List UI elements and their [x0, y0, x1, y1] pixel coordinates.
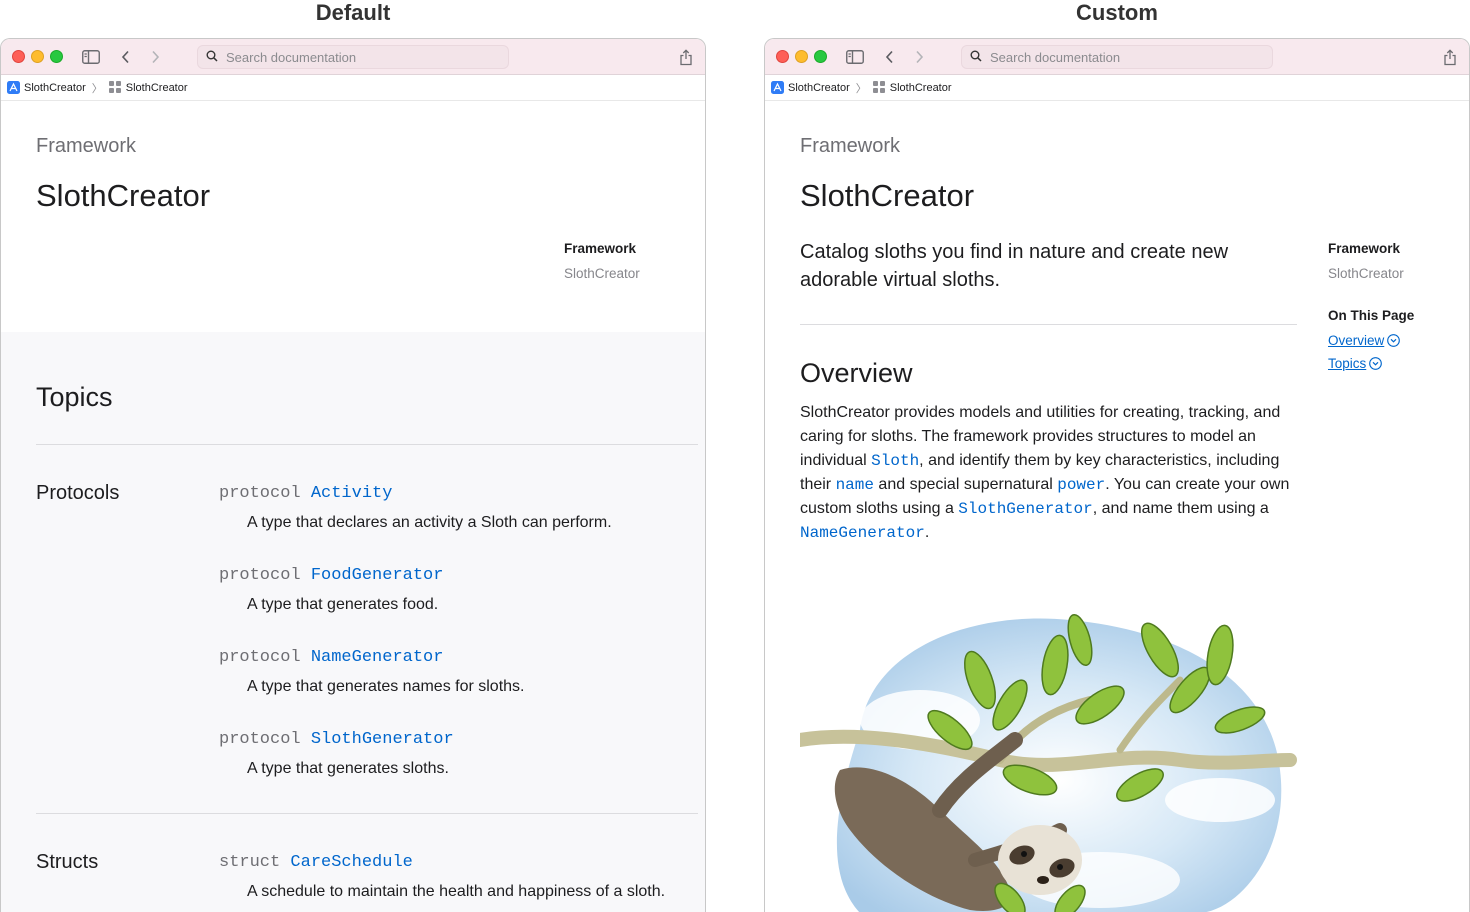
- forward-chevron-icon[interactable]: [145, 47, 165, 67]
- chevron-circle-icon: [1387, 334, 1401, 347]
- share-icon[interactable]: [676, 47, 696, 67]
- caption-custom: Custom: [1076, 0, 1158, 25]
- framework-grid-icon: [872, 81, 886, 94]
- on-this-page-topics-link[interactable]: Topics: [1328, 356, 1383, 371]
- breadcrumb: SlothCreator 〉 SlothCreator: [1, 75, 705, 101]
- search-field[interactable]: [961, 45, 1273, 69]
- topics-section: Topics Protocols protocol Activity A typ…: [1, 332, 705, 912]
- otp-topics-label: Topics: [1328, 356, 1367, 371]
- zoom-button[interactable]: [814, 50, 827, 63]
- minimize-button[interactable]: [31, 50, 44, 63]
- page-title: SlothCreator: [36, 178, 211, 213]
- overview-heading: Overview: [800, 358, 913, 388]
- breadcrumb-root[interactable]: SlothCreator: [788, 82, 850, 94]
- back-chevron-icon[interactable]: [880, 47, 900, 67]
- symbol-link-power[interactable]: power: [1057, 476, 1105, 494]
- divider: [36, 813, 698, 814]
- chevron-circle-icon: [1369, 357, 1383, 370]
- search-icon: [206, 50, 218, 65]
- sloth-illustration: [800, 614, 1297, 912]
- meta-value: SlothCreator: [564, 266, 640, 281]
- on-this-page-overview-link[interactable]: Overview: [1328, 333, 1401, 348]
- app-icon: [771, 81, 784, 94]
- symbol-link-sloth[interactable]: Sloth: [871, 452, 919, 470]
- topic-link-activity[interactable]: Activity: [311, 484, 393, 503]
- search-input[interactable]: [990, 49, 1260, 65]
- app-icon: [7, 81, 20, 94]
- zoom-button[interactable]: [50, 50, 63, 63]
- decl-keyword: protocol: [219, 484, 301, 503]
- symbol-link-namegenerator[interactable]: NameGenerator: [800, 524, 925, 542]
- topic-declaration: protocol SlothGenerator: [219, 730, 454, 749]
- topic-abstract: A type that generates names for sloths.: [247, 678, 525, 695]
- overview-text: and special supernatural: [873, 476, 1058, 493]
- search-icon: [970, 50, 982, 65]
- overview-text: , and name them using a: [1092, 500, 1269, 517]
- divider: [36, 444, 698, 445]
- page-abstract: Catalog sloths you find in nature and cr…: [800, 241, 1229, 291]
- breadcrumb-root[interactable]: SlothCreator: [24, 82, 86, 94]
- toolbar: [1, 39, 705, 75]
- breadcrumb-separator-icon: 〉: [855, 82, 867, 95]
- breadcrumb-current[interactable]: SlothCreator: [890, 82, 952, 94]
- decl-keyword: protocol: [219, 730, 301, 749]
- topic-abstract: A schedule to maintain the health and ha…: [247, 883, 666, 900]
- search-field[interactable]: [197, 45, 509, 69]
- topic-declaration: struct CareSchedule: [219, 853, 413, 872]
- custom-window: SlothCreator 〉 SlothCreator Framework Sl…: [764, 38, 1470, 912]
- decl-keyword: struct: [219, 853, 281, 872]
- meta-heading: Framework: [564, 241, 637, 256]
- meta-heading: Framework: [1328, 241, 1401, 256]
- page-content: Framework SlothCreator Framework SlothCr…: [1, 102, 705, 912]
- topic-declaration: protocol Activity: [219, 484, 392, 503]
- group-heading-protocols: Protocols: [36, 482, 120, 504]
- caption-default: Default: [315, 0, 391, 25]
- page-eyebrow: Framework: [36, 135, 137, 157]
- topic-abstract: A type that generates sloths.: [247, 760, 449, 777]
- topic-link-careschedule[interactable]: CareSchedule: [290, 853, 412, 872]
- topic-abstract: A type that generates food.: [247, 596, 439, 613]
- topic-declaration: protocol FoodGenerator: [219, 566, 443, 585]
- topic-declaration: protocol NameGenerator: [219, 648, 443, 667]
- otp-overview-label: Overview: [1328, 333, 1385, 348]
- sidebar-toggle-icon[interactable]: [845, 47, 865, 67]
- close-button[interactable]: [776, 50, 789, 63]
- on-this-page-heading: On This Page: [1328, 308, 1415, 323]
- overview-text: .: [924, 524, 930, 541]
- toolbar: [765, 39, 1469, 75]
- page-content: Framework SlothCreator Catalog sloths yo…: [765, 102, 1469, 912]
- close-button[interactable]: [12, 50, 25, 63]
- topic-abstract: A type that declares an activity a Sloth…: [247, 514, 612, 531]
- symbol-link-slothgenerator[interactable]: SlothGenerator: [958, 500, 1092, 518]
- overview-paragraph: SlothCreator provides models and utiliti…: [800, 401, 1300, 545]
- page-title: SlothCreator: [800, 178, 975, 213]
- topics-heading: Topics: [36, 382, 113, 412]
- decl-keyword: protocol: [219, 566, 301, 585]
- symbol-link-name[interactable]: name: [836, 476, 874, 494]
- decl-keyword: protocol: [219, 648, 301, 667]
- share-icon[interactable]: [1440, 47, 1460, 67]
- search-input[interactable]: [226, 49, 496, 65]
- forward-chevron-icon[interactable]: [909, 47, 929, 67]
- default-window: SlothCreator 〉 SlothCreator Framework Sl…: [0, 38, 706, 912]
- topic-link-slothgenerator[interactable]: SlothGenerator: [311, 730, 454, 749]
- group-heading-structs: Structs: [36, 851, 99, 873]
- back-chevron-icon[interactable]: [116, 47, 136, 67]
- page-eyebrow: Framework: [800, 135, 901, 157]
- meta-value: SlothCreator: [1328, 266, 1404, 281]
- topic-link-foodgenerator[interactable]: FoodGenerator: [311, 566, 444, 585]
- divider: [800, 324, 1297, 325]
- breadcrumb-current[interactable]: SlothCreator: [126, 82, 188, 94]
- breadcrumb: SlothCreator 〉 SlothCreator: [765, 75, 1469, 101]
- minimize-button[interactable]: [795, 50, 808, 63]
- breadcrumb-separator-icon: 〉: [91, 82, 103, 95]
- framework-grid-icon: [108, 81, 122, 94]
- topic-link-namegenerator[interactable]: NameGenerator: [311, 648, 444, 667]
- sidebar-toggle-icon[interactable]: [81, 47, 101, 67]
